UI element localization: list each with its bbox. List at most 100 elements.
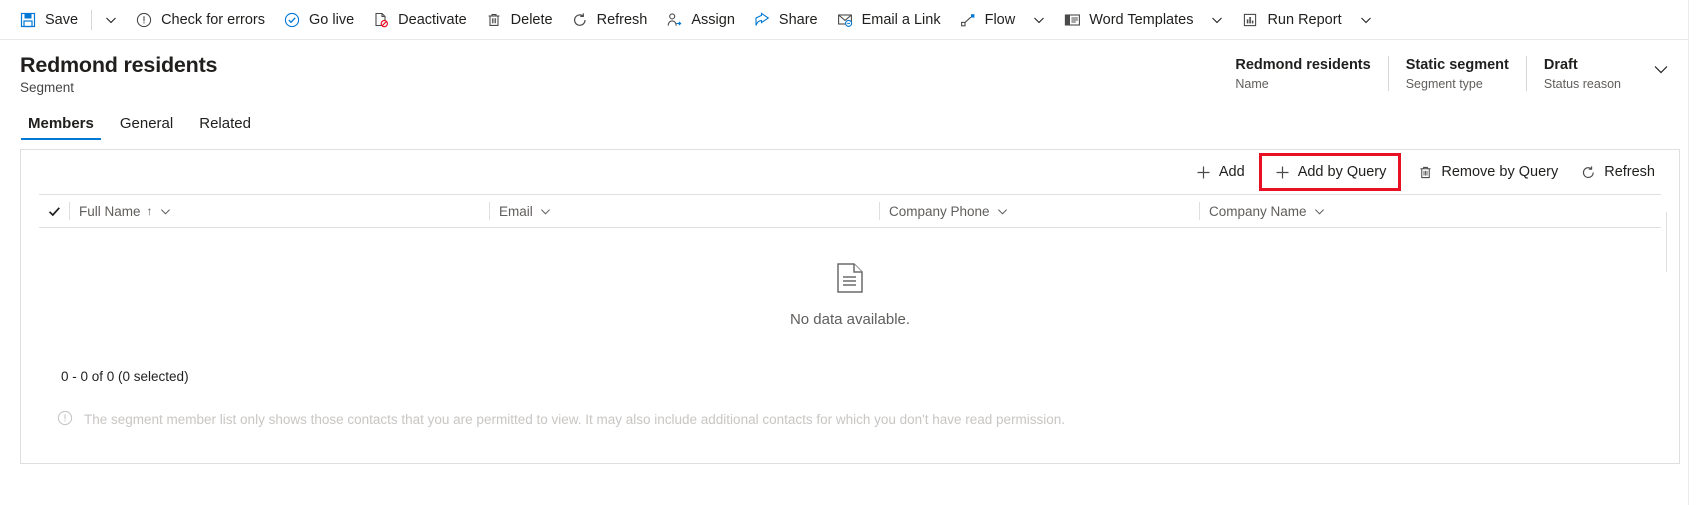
- assign-person-icon: [665, 11, 683, 29]
- refresh-icon: [571, 11, 589, 29]
- save-button[interactable]: Save: [10, 0, 87, 40]
- deactivate-button[interactable]: Deactivate: [363, 0, 476, 40]
- grid-column-divider: [1666, 212, 1667, 272]
- save-icon: [19, 11, 37, 29]
- plus-icon: [1195, 164, 1212, 181]
- record-header: Redmond residents Segment Redmond reside…: [0, 40, 1700, 102]
- refresh-button[interactable]: Refresh: [562, 0, 657, 40]
- save-dropdown-button[interactable]: [96, 0, 126, 40]
- header-field-name[interactable]: Redmond residents Name: [1218, 56, 1387, 91]
- save-label: Save: [45, 11, 79, 28]
- delete-label: Delete: [510, 11, 553, 28]
- chevron-down-icon[interactable]: [540, 206, 551, 217]
- header-field-segment-type[interactable]: Static segment Segment type: [1387, 56, 1526, 91]
- header-field-status-reason-value: Draft: [1543, 57, 1578, 73]
- record-header-fields: Redmond residents Name Static segment Se…: [1218, 56, 1638, 91]
- word-templates-dropdown-button[interactable]: [1202, 0, 1232, 40]
- tab-members-label: Members: [28, 115, 94, 132]
- column-header-email[interactable]: Email: [489, 202, 879, 220]
- checkmark-icon: [48, 206, 60, 216]
- chevron-down-icon[interactable]: [160, 206, 171, 217]
- page-scrollbar-thumb[interactable]: [1690, 140, 1698, 260]
- flow-icon: [959, 11, 977, 29]
- document-empty-icon: [837, 263, 863, 298]
- tab-general-label: General: [119, 115, 174, 132]
- chevron-down-icon: [1360, 17, 1371, 23]
- header-field-status-reason-label: Status reason: [1543, 77, 1621, 91]
- share-label: Share: [778, 11, 818, 28]
- header-field-status-reason[interactable]: Draft Status reason: [1525, 56, 1638, 91]
- share-button[interactable]: Share: [744, 0, 827, 40]
- plus-icon: [1274, 164, 1291, 181]
- report-icon: [1241, 11, 1259, 29]
- trash-icon: [1417, 164, 1434, 181]
- check-for-errors-button[interactable]: Check for errors: [126, 0, 274, 40]
- add-label: Add: [1218, 164, 1245, 180]
- grid-refresh-button[interactable]: Refresh: [1570, 156, 1665, 188]
- remove-by-query-button[interactable]: Remove by Query: [1407, 156, 1568, 188]
- select-all-checkbox[interactable]: [39, 205, 69, 218]
- permission-note: The segment member list only shows those…: [21, 410, 1679, 429]
- go-live-button[interactable]: Go live: [274, 0, 363, 40]
- page-title: Redmond residents: [20, 53, 218, 77]
- column-header-full-name[interactable]: Full Name ↑: [69, 202, 489, 220]
- grid-column-headers: Full Name ↑ Email Company Phone Company …: [39, 194, 1661, 228]
- add-by-query-button[interactable]: Add by Query: [1258, 153, 1402, 191]
- assign-label: Assign: [691, 11, 735, 28]
- info-circle-icon: [57, 410, 73, 429]
- page-scrollbar[interactable]: [1688, 0, 1700, 505]
- header-field-name-label: Name: [1235, 77, 1269, 91]
- tab-general[interactable]: General: [110, 115, 183, 140]
- error-circle-icon: [135, 11, 153, 29]
- trash-icon: [485, 11, 503, 29]
- flow-button[interactable]: Flow: [950, 0, 1025, 40]
- page-subtitle: Segment: [20, 80, 75, 95]
- delete-button[interactable]: Delete: [476, 0, 562, 40]
- flow-label: Flow: [984, 11, 1016, 28]
- column-header-company-name-label: Company Name: [1209, 203, 1307, 219]
- run-report-button[interactable]: Run Report: [1232, 0, 1350, 40]
- header-field-name-value: Redmond residents: [1235, 57, 1371, 73]
- email-a-link-button[interactable]: Email a Link: [827, 0, 950, 40]
- word-templates-button[interactable]: Word Templates: [1054, 0, 1202, 40]
- header-expand-button[interactable]: [1644, 52, 1678, 86]
- sort-ascending-icon: ↑: [146, 204, 153, 218]
- word-template-icon: [1063, 11, 1081, 29]
- permission-note-text: The segment member list only shows those…: [84, 412, 1066, 427]
- column-header-email-label: Email: [499, 203, 533, 219]
- tab-related-label: Related: [199, 115, 251, 132]
- column-header-company-phone-label: Company Phone: [889, 203, 990, 219]
- members-grid-card: Add Add by Query Remove by Query Refresh…: [20, 149, 1680, 464]
- column-header-company-phone[interactable]: Company Phone: [879, 202, 1199, 220]
- column-header-company-name[interactable]: Company Name: [1199, 202, 1499, 220]
- email-a-link-label: Email a Link: [861, 11, 941, 28]
- run-report-dropdown-button[interactable]: [1351, 0, 1381, 40]
- check-for-errors-label: Check for errors: [161, 11, 266, 28]
- add-by-query-label: Add by Query: [1297, 164, 1387, 180]
- flow-dropdown-button[interactable]: [1024, 0, 1054, 40]
- column-header-full-name-label: Full Name: [79, 203, 141, 219]
- run-report-label: Run Report: [1267, 11, 1342, 28]
- chevron-down-icon: [1034, 17, 1045, 23]
- add-button[interactable]: Add: [1185, 156, 1255, 188]
- grid-refresh-label: Refresh: [1604, 164, 1655, 180]
- assign-button[interactable]: Assign: [656, 0, 744, 40]
- chevron-down-icon[interactable]: [997, 206, 1008, 217]
- chevron-down-icon: [106, 17, 116, 23]
- tab-related[interactable]: Related: [189, 115, 261, 140]
- deactivate-page-icon: [372, 11, 390, 29]
- grid-command-bar: Add Add by Query Remove by Query Refresh: [21, 150, 1679, 194]
- grid-empty-state: No data available.: [21, 228, 1679, 363]
- tab-members[interactable]: Members: [18, 115, 104, 140]
- command-bar: Save Check for errors Go live Deactivate…: [0, 0, 1700, 40]
- tab-list: Members General Related: [0, 104, 1700, 140]
- deactivate-label: Deactivate: [398, 11, 467, 28]
- chevron-down-icon[interactable]: [1314, 206, 1325, 217]
- header-field-segment-type-label: Segment type: [1405, 77, 1483, 91]
- record-count-label: 0 - 0 of 0 (0 selected): [61, 369, 189, 384]
- chevron-down-icon: [1654, 66, 1668, 74]
- toolbar-divider: [91, 9, 93, 30]
- email-link-icon: [836, 11, 854, 29]
- check-circle-icon: [283, 11, 301, 29]
- word-templates-label: Word Templates: [1089, 11, 1194, 28]
